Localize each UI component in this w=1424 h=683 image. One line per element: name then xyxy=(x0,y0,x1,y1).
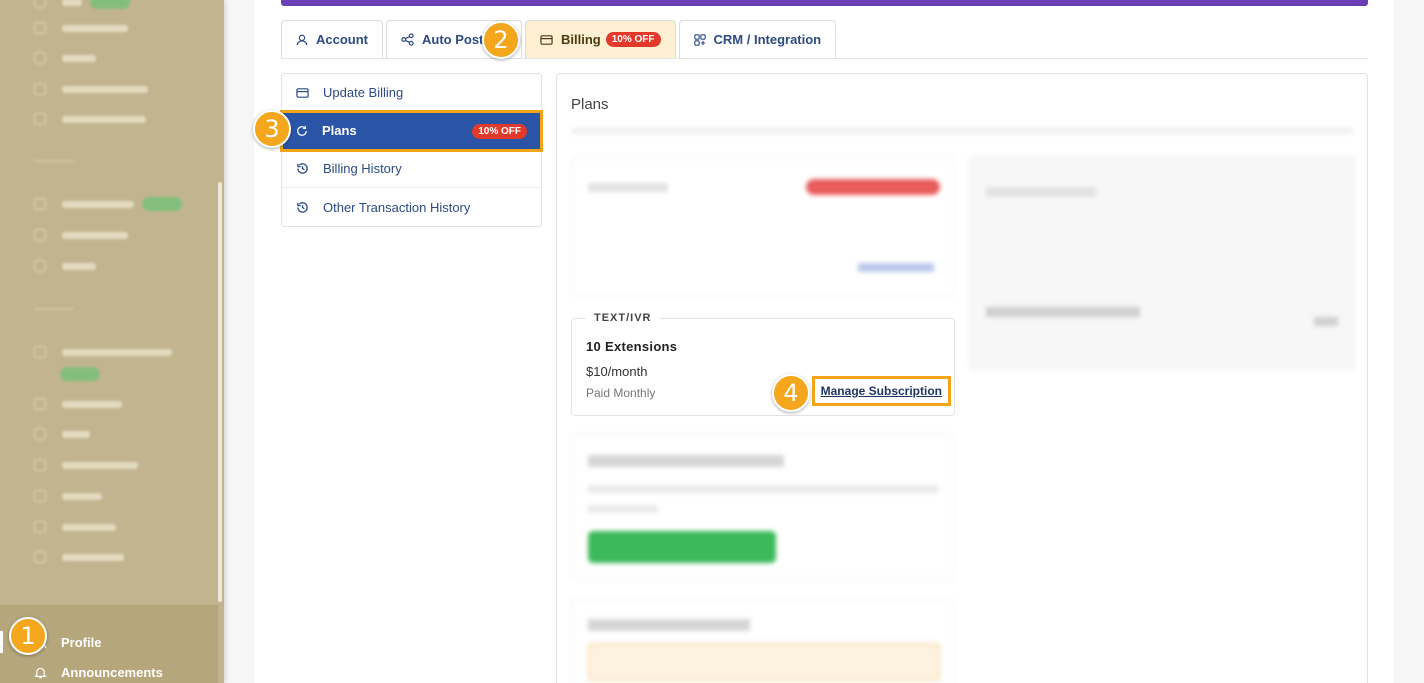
step-marker-2: 2 xyxy=(482,21,520,59)
billing-menu-label: Update Billing xyxy=(323,85,404,100)
card-icon xyxy=(296,87,309,98)
tab-label: Billing xyxy=(561,32,601,47)
refresh-icon xyxy=(297,125,307,136)
bell-icon xyxy=(34,667,47,679)
tab-label: Account xyxy=(316,32,368,47)
billing-menu-label: Billing History xyxy=(323,161,402,176)
step-marker-3: 3 xyxy=(253,110,291,148)
sidebar-item-announcements[interactable]: Announcements xyxy=(34,665,163,680)
discount-badge: 10% OFF xyxy=(605,32,661,47)
sidebar: Profile Announcements xyxy=(0,0,224,683)
plans-panel: Plans TEXT/IVR 10 Extensions $10/month P… xyxy=(556,73,1368,683)
grid-icon xyxy=(693,33,706,46)
tab-account[interactable]: Account xyxy=(281,20,383,58)
plans-title: Plans xyxy=(571,96,609,113)
billing-menu-billing-history[interactable]: Billing History xyxy=(282,150,541,188)
sidebar-item-label: Announcements xyxy=(61,665,163,680)
step-marker-1: 1 xyxy=(9,617,47,655)
tab-label: CRM / Integration xyxy=(713,32,822,47)
tab-crm-integration[interactable]: CRM / Integration xyxy=(678,20,837,58)
user-icon xyxy=(296,34,308,45)
sidebar-item-label: Profile xyxy=(61,635,102,650)
billing-menu-label: Plans xyxy=(322,123,357,138)
history-icon xyxy=(297,201,308,213)
discount-badge: 10% OFF xyxy=(472,124,527,139)
billing-menu-plans[interactable]: Plans 10% OFF xyxy=(280,110,543,152)
tab-billing[interactable]: Billing 10% OFF xyxy=(525,20,676,58)
billing-menu-update-billing[interactable]: Update Billing xyxy=(282,74,541,112)
billing-menu: Update Billing Plans 10% OFF Billing His… xyxy=(280,73,543,227)
sidebar-active-indicator xyxy=(0,631,3,653)
subscription-category: TEXT/IVR xyxy=(586,312,660,324)
billing-menu-label: Other Transaction History xyxy=(323,199,471,215)
subscription-price: $10/month xyxy=(586,364,648,379)
history-icon xyxy=(297,163,308,174)
manage-subscription-link[interactable]: Manage Subscription xyxy=(811,376,952,406)
tabs-divider xyxy=(281,58,1368,59)
subscription-card: TEXT/IVR 10 Extensions $10/month Paid Mo… xyxy=(571,312,955,416)
sidebar-scrollbar[interactable] xyxy=(218,182,222,602)
settings-tabs: Account Auto Posting Billing 10% OFF CRM… xyxy=(281,20,839,58)
billing-menu-other-transaction-history[interactable]: Other Transaction History xyxy=(282,188,541,226)
accent-bar xyxy=(281,0,1368,6)
card-icon xyxy=(540,34,553,45)
main-content: Account Auto Posting Billing 10% OFF CRM… xyxy=(254,0,1394,683)
subscription-title: 10 Extensions xyxy=(586,339,678,354)
subscription-billing-cycle: Paid Monthly xyxy=(586,386,656,400)
step-marker-4: 4 xyxy=(772,374,810,412)
share-icon xyxy=(401,33,414,46)
